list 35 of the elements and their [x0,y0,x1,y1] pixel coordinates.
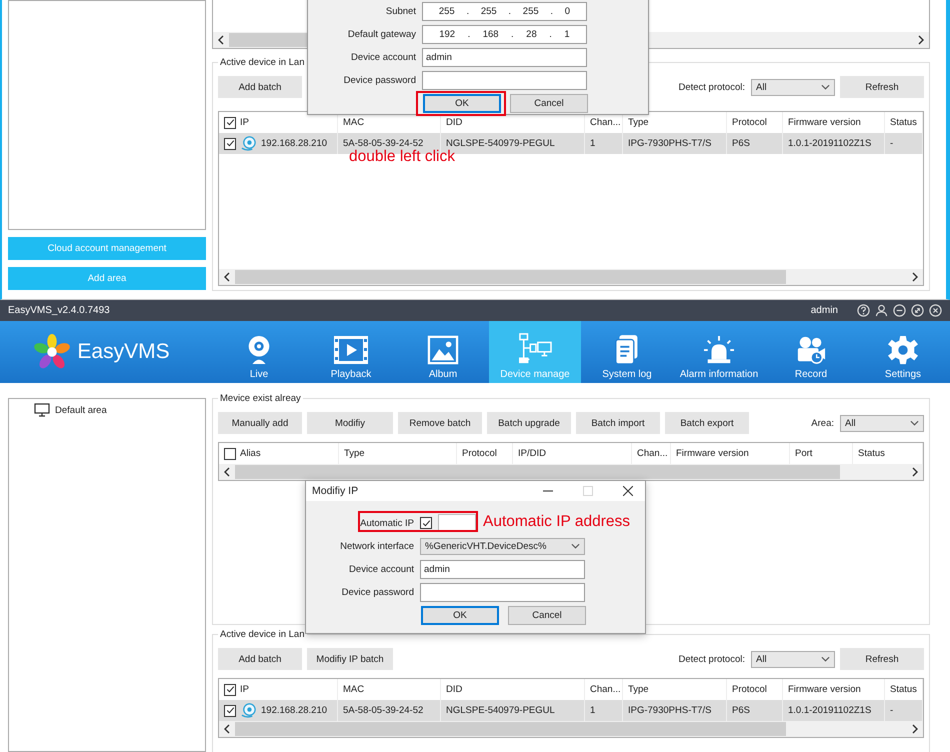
field-label: Detect protocol: [678,82,745,92]
field-label: Detect protocol: [678,654,745,664]
dialog-title: Modifiy IP [312,485,358,497]
table-cell: 5A-58-05-39-24-52 [343,705,424,716]
field-label: Device password [340,586,414,598]
field-label: Device account [348,564,414,574]
field-label: Subnet [384,6,416,16]
field-label: Network interface [339,540,414,552]
table-cell: - [890,705,894,716]
group-title: Mevice exist alreay [219,393,302,404]
table-cell: P6S [732,705,750,716]
table-cell: 1 [590,138,596,149]
table-cell: IPG-7930PHS-T7/S [628,705,712,716]
field-label: Automatic IP [359,518,414,528]
field-label: Area: [811,418,834,428]
table-cell: NGLSPE-540979-PEGUL [446,138,555,149]
group-title: Active device in Lan [219,629,306,640]
user-name: admin [810,305,838,316]
field-label: Device account [350,52,416,62]
field-label: Device password [342,74,416,86]
table-cell: 192.168.28.210 [261,138,328,149]
table-cell: 1.0.1-20191102Z1S [788,138,872,149]
table-cell: 5A-58-05-39-24-52 [343,138,424,149]
group-title: Active device in Lan [219,57,306,68]
table-cell: IPG-7930PHS-T7/S [628,138,712,149]
table-cell: P6S [732,138,750,149]
annotation-text: Automatic IP address [483,513,630,531]
table-cell: 1.0.1-20191102Z1S [788,705,872,716]
window-title: EasyVMS_v2.4.0.7493 [8,305,110,316]
table-cell: - [890,138,894,149]
table-cell: 1 [590,705,596,716]
logo-text: EasyVMS [77,340,170,364]
table-cell: 192.168.28.210 [261,705,328,716]
table-cell: NGLSPE-540979-PEGUL [446,705,555,716]
field-label: Default gateway [346,28,416,40]
